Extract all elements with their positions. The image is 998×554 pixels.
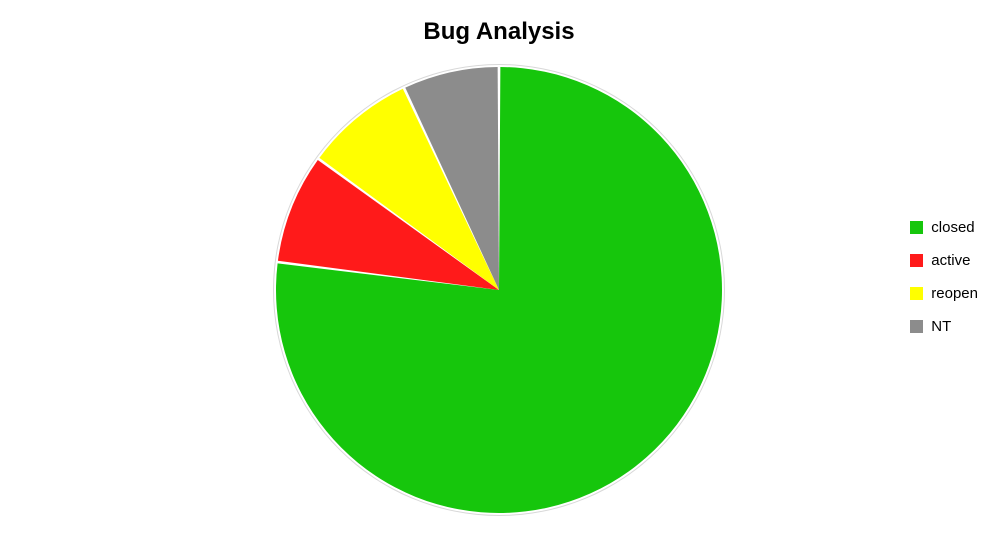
legend-item-NT: NT [910, 318, 978, 335]
legend-item-reopen: reopen [910, 285, 978, 302]
legend-label: NT [931, 318, 951, 335]
legend-swatch-active [910, 254, 923, 267]
chart-legend: closed active reopen NT [910, 219, 978, 335]
pie-chart [269, 60, 729, 520]
legend-swatch-closed [910, 221, 923, 234]
legend-label: closed [931, 219, 974, 236]
chart-title: Bug Analysis [0, 18, 998, 46]
legend-swatch-reopen [910, 287, 923, 300]
chart-container: Bug Analysis closed active reopen NT [0, 0, 998, 554]
legend-label: reopen [931, 285, 978, 302]
legend-item-active: active [910, 252, 978, 269]
legend-swatch-NT [910, 320, 923, 333]
pie-svg [269, 60, 729, 520]
legend-label: active [931, 252, 970, 269]
legend-item-closed: closed [910, 219, 978, 236]
